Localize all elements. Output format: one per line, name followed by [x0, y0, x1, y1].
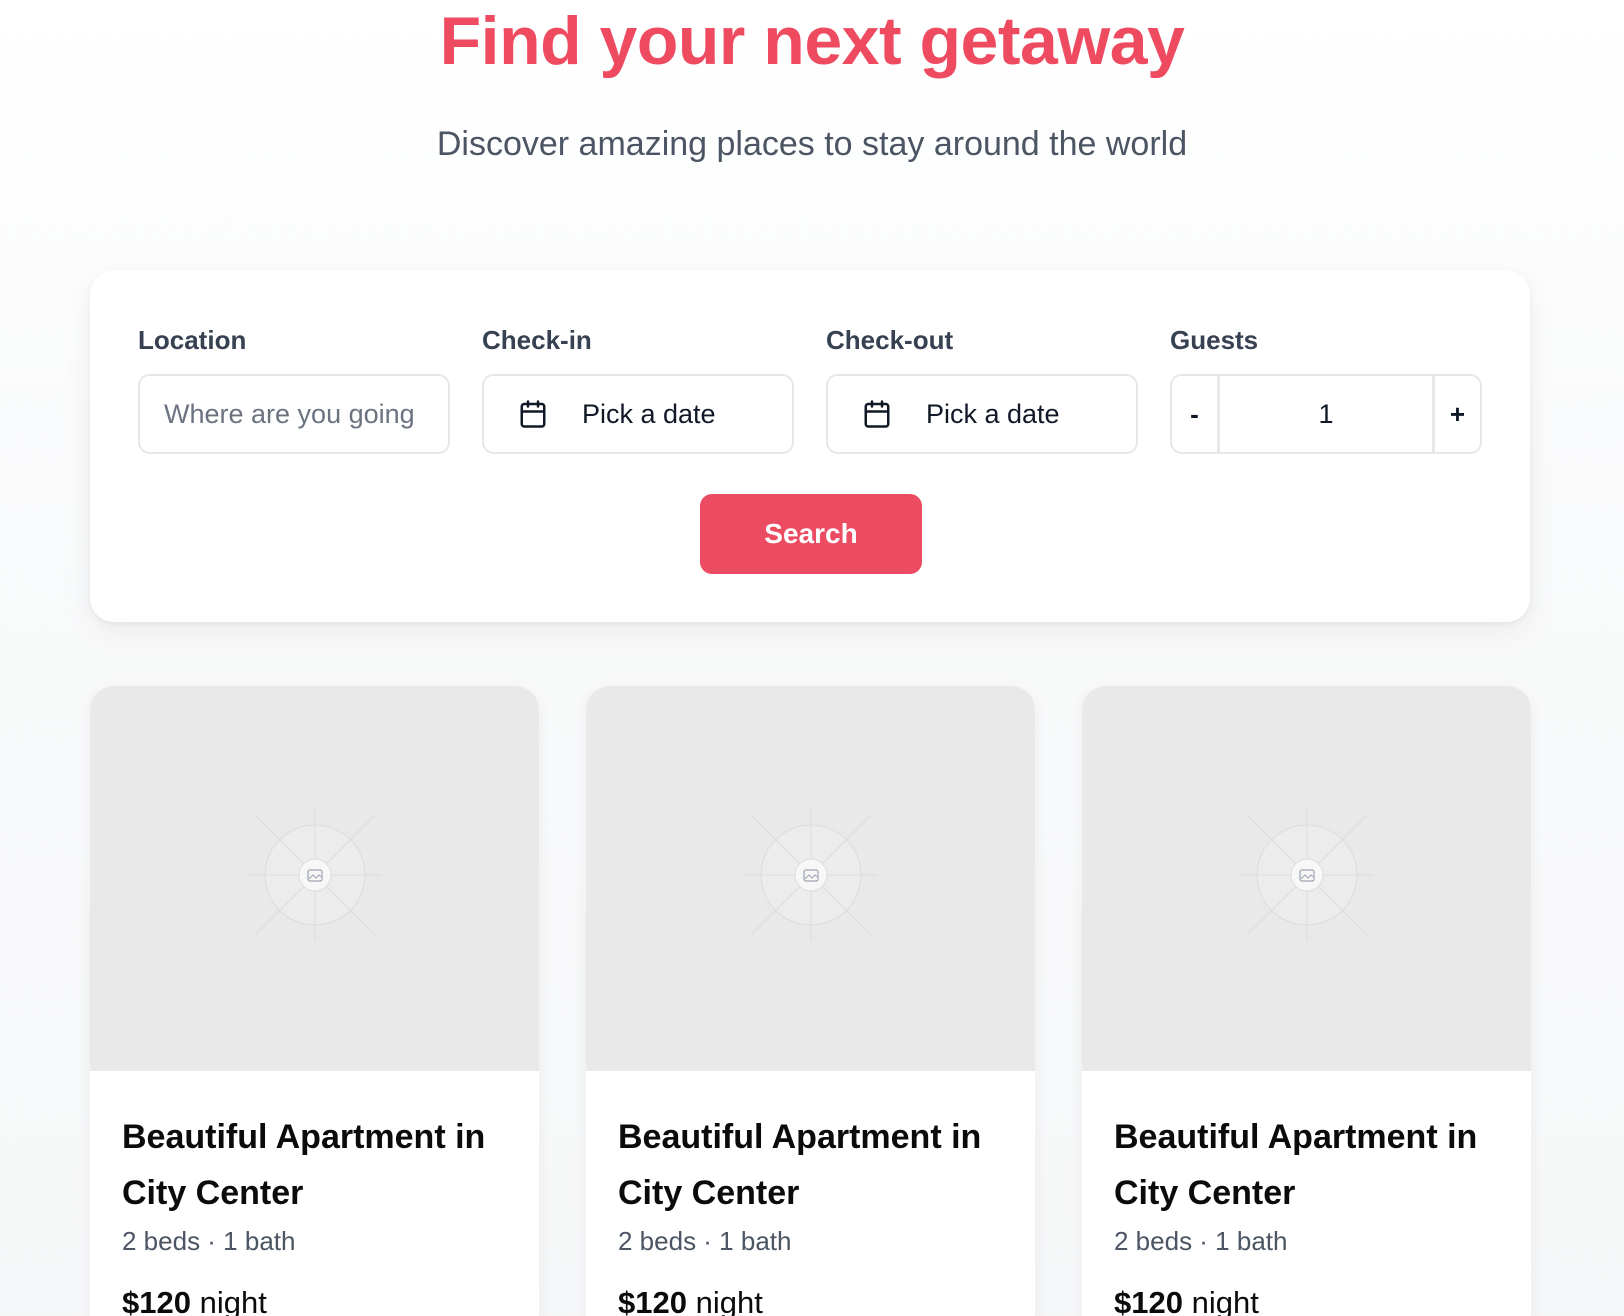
listing-card[interactable]: Beautiful Apartment in City Center 2 bed… [90, 686, 539, 1316]
listing-details: Beautiful Apartment in City Center 2 bed… [1082, 1071, 1531, 1316]
location-input-wrapper [138, 374, 450, 454]
listing-details: Beautiful Apartment in City Center 2 bed… [586, 1071, 1035, 1316]
guests-stepper: - 1 + [1170, 374, 1482, 454]
image-placeholder-icon [744, 808, 877, 941]
listing-price: $120 night [1114, 1281, 1499, 1316]
price-unit: night [1191, 1285, 1259, 1316]
guests-count[interactable]: 1 [1220, 376, 1432, 452]
checkout-field: Check-out Pick a date [826, 322, 1138, 454]
page-title: Find your next getaway [439, 3, 1185, 79]
checkout-date-text: Pick a date [926, 398, 1060, 429]
search-button[interactable]: Search [700, 494, 922, 574]
listing-meta: 2 beds · 1 bath [122, 1226, 296, 1256]
price-amount: $120 [1114, 1285, 1183, 1316]
checkin-date-text: Pick a date [582, 398, 716, 429]
calendar-icon [862, 399, 892, 429]
location-label: Location [138, 325, 247, 355]
checkout-label: Check-out [826, 325, 954, 355]
guests-increment-button[interactable]: + [1432, 376, 1480, 452]
guests-decrement-button[interactable]: - [1172, 376, 1220, 452]
checkin-field: Check-in Pick a date [482, 322, 794, 454]
listing-details: Beautiful Apartment in City Center 2 bed… [90, 1071, 539, 1316]
calendar-icon [518, 399, 548, 429]
price-unit: night [695, 1285, 763, 1316]
search-panel: Location Check-in Pick a date Check-out [90, 270, 1530, 622]
page-subtitle: Discover amazing places to stay around t… [436, 125, 1188, 163]
guests-label: Guests [1170, 325, 1259, 355]
listing-title[interactable]: Beautiful Apartment in City Center [618, 1109, 1003, 1221]
listing-meta: 2 beds · 1 bath [1114, 1226, 1288, 1256]
checkout-date-button[interactable]: Pick a date [826, 374, 1138, 454]
price-unit: night [199, 1285, 267, 1316]
listing-title[interactable]: Beautiful Apartment in City Center [1114, 1109, 1499, 1221]
listing-image [90, 686, 539, 1071]
listing-price: $120 night [122, 1281, 507, 1316]
listing-card[interactable]: Beautiful Apartment in City Center 2 bed… [1082, 686, 1531, 1316]
listing-image [586, 686, 1035, 1071]
guests-field: Guests - 1 + [1170, 322, 1482, 454]
checkin-date-button[interactable]: Pick a date [482, 374, 794, 454]
location-input[interactable] [140, 376, 448, 452]
checkin-label: Check-in [482, 325, 592, 355]
image-placeholder-icon [1240, 808, 1373, 941]
listing-title[interactable]: Beautiful Apartment in City Center [122, 1109, 507, 1221]
listing-card[interactable]: Beautiful Apartment in City Center 2 bed… [586, 686, 1035, 1316]
listing-price: $120 night [618, 1281, 1003, 1316]
image-placeholder-icon [248, 808, 381, 941]
listing-image [1082, 686, 1531, 1071]
location-field: Location [138, 322, 450, 454]
price-amount: $120 [122, 1285, 191, 1316]
listing-meta: 2 beds · 1 bath [618, 1226, 792, 1256]
price-amount: $120 [618, 1285, 687, 1316]
